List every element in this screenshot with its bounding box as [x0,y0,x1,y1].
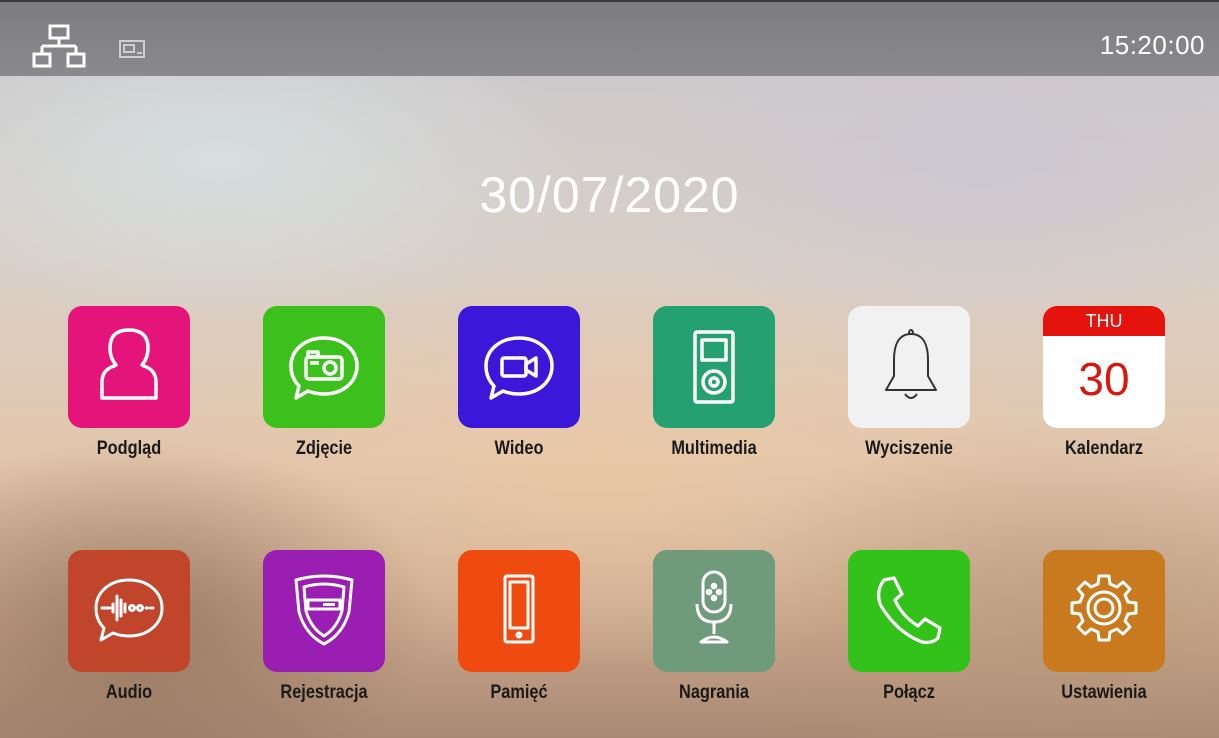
app-label: Wyciszenie [865,438,953,459]
home-screen: 15:20:00 30/07/2020 Podgląd Zdjęcie Wide… [0,0,1219,738]
app-tile[interactable] [263,550,385,672]
network-icon [32,24,86,68]
app-label: Nagrania [679,682,749,703]
app-tile[interactable] [68,306,190,428]
sd-card-icon [119,40,145,58]
app-tile[interactable] [848,550,970,672]
microphone-icon [695,570,733,644]
app-label: Ustawienia [1061,682,1147,703]
app-zdjecie[interactable]: Zdjęcie [244,306,404,486]
app-label: Zdjęcie [295,438,353,459]
app-tile[interactable] [458,550,580,672]
calendar-weekday: THU [1043,306,1165,336]
app-tile[interactable] [458,306,580,428]
app-ustawienia[interactable]: Ustawienia [1024,550,1184,730]
app-tile[interactable] [848,306,970,428]
app-label: Podgląd [96,438,162,459]
app-label: Pamięć [490,682,548,703]
app-multimedia[interactable]: Multimedia [634,306,794,486]
app-label: Połącz [883,682,935,703]
app-tile[interactable] [653,306,775,428]
app-polacz[interactable]: Połącz [829,550,989,730]
app-wyciszenie[interactable]: Wyciszenie [829,306,989,486]
app-label: Audio [105,682,153,703]
status-bar: 15:20:00 [0,0,1219,76]
camera-icon [289,336,359,400]
app-kalendarz[interactable]: THU 30 Kalendarz [1024,306,1184,486]
shield-recorder-icon [294,574,354,646]
person-icon [100,328,158,400]
app-tile[interactable] [653,550,775,672]
app-label: Kalendarz [1064,438,1144,459]
calendar-icon[interactable]: THU 30 [1043,306,1165,428]
video-icon [484,336,554,400]
bell-icon [885,329,937,399]
app-wideo[interactable]: Wideo [439,306,599,486]
app-label: Rejestracja [280,682,368,703]
app-tile[interactable] [263,306,385,428]
gear-icon [1070,574,1138,642]
app-audio[interactable]: Audio [49,550,209,730]
phone-icon [877,576,942,645]
app-label: Wideo [494,438,544,459]
app-pamiec[interactable]: Pamięć [439,550,599,730]
phone-memory-icon [503,574,535,644]
clock: 15:20:00 [1099,30,1205,60]
current-date: 30/07/2020 [479,167,740,223]
app-tile[interactable] [68,550,190,672]
calendar-day: 30 [1078,353,1130,405]
media-player-icon [693,330,735,404]
app-podglad[interactable]: Podgląd [49,306,209,486]
app-label: Multimedia [671,438,757,459]
app-nagrania[interactable]: Nagrania [634,550,794,730]
app-rejestracja[interactable]: Rejestracja [244,550,404,730]
audio-wave-icon [94,578,164,642]
app-tile[interactable] [1043,550,1165,672]
